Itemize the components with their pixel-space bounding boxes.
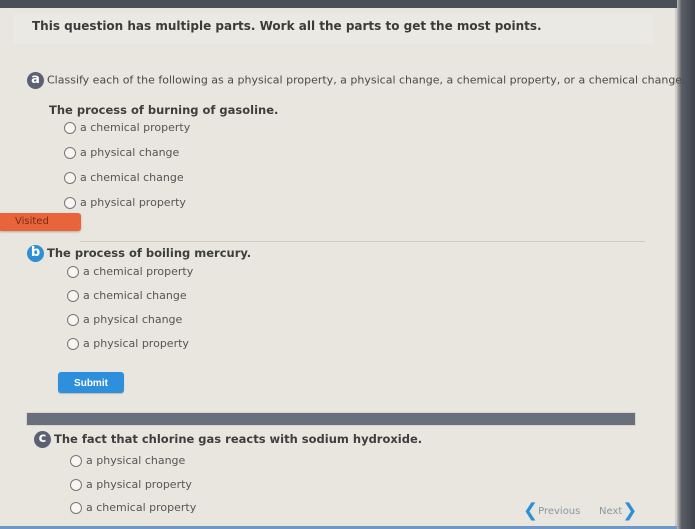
radio-button[interactable] [67,265,79,278]
part-a-question: The process of burning of gasoline. [49,103,279,117]
part-c-option[interactable]: a physical property [70,478,192,491]
radio-button[interactable] [67,313,79,326]
part-b-option[interactable]: a chemical change [67,289,187,302]
part-a-option[interactable]: a chemical change [64,171,184,184]
part-b-option[interactable]: a physical property [67,337,189,350]
part-a-option[interactable]: a physical property [64,196,186,209]
part-a-instructions: a Classify each of the following as a phy… [27,72,686,89]
chevron-right-icon: ❯ [622,500,638,521]
submit-button[interactable]: Submit [58,372,124,393]
radio-button[interactable] [70,478,82,491]
part-a-option[interactable]: a chemical property [64,121,190,134]
intro-banner: This question has multiple parts. Work a… [14,14,654,44]
next-button[interactable]: Next ❯ [599,500,638,521]
radio-button[interactable] [70,454,82,467]
radio-button[interactable] [64,121,76,134]
part-c-question: c The fact that chlorine gas reacts with … [34,431,422,448]
part-b-question: b The process of boiling mercury. [27,245,251,262]
part-b-badge: b [27,245,44,262]
top-bar [0,0,695,8]
radio-button[interactable] [70,501,82,514]
part-b-option[interactable]: a chemical property [67,265,193,278]
part-b-option[interactable]: a physical change [67,313,182,326]
instructions-text: Classify each of the following as a phys… [47,73,686,87]
chevron-left-icon: ❮ [523,500,539,521]
section-divider [80,241,645,242]
radio-button[interactable] [64,171,76,184]
question-page: This question has multiple parts. Work a… [0,8,686,529]
part-c-badge: c [34,431,51,448]
radio-button[interactable] [67,337,79,350]
part-c-option[interactable]: a chemical property [70,501,196,514]
progress-bar [26,412,636,426]
radio-button[interactable] [64,196,76,209]
part-a-badge: a [27,72,44,89]
previous-button[interactable]: ❮ Previous [523,500,580,521]
radio-button[interactable] [64,146,76,159]
radio-button[interactable] [67,289,79,302]
visited-tag: Visited [0,213,81,231]
part-a-option[interactable]: a physical change [64,146,179,159]
part-c-option[interactable]: a physical change [70,454,185,467]
